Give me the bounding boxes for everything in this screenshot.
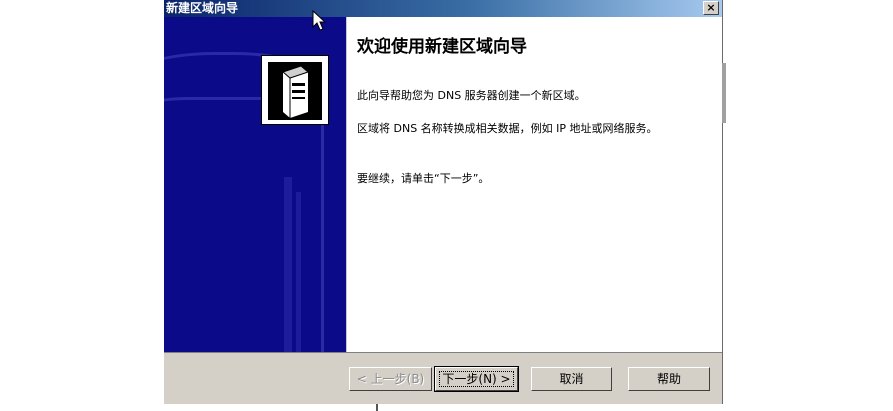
- background-edge-bottom: [376, 404, 378, 411]
- mouse-pointer-icon: [312, 10, 326, 31]
- wizard-heading: 欢迎使用新建区域向导: [357, 37, 527, 57]
- window-title: 新建区域向导: [166, 1, 239, 15]
- continue-instruction: 要继续，请单击“下一步”。: [357, 172, 490, 185]
- server-icon: [261, 55, 329, 125]
- close-icon: ×: [706, 1, 716, 14]
- close-button[interactable]: ×: [703, 1, 719, 15]
- cancel-button[interactable]: 取消: [531, 367, 612, 391]
- divider: [346, 17, 347, 352]
- background-edge: [722, 63, 726, 123]
- zone-description-text: 区域将 DNS 名称转换成相关数据，例如 IP 地址或网络服务。: [357, 122, 658, 135]
- button-bar: < 上一步(B) 下一步(N) > 取消 帮助: [164, 352, 722, 404]
- new-zone-wizard-dialog: 新建区域向导 × 欢迎使用新建区域向导 此向导帮助您为 DNS 服务器创建一个新…: [164, 0, 723, 404]
- help-button[interactable]: 帮助: [628, 367, 710, 391]
- wizard-sidebar-graphic: [164, 17, 346, 352]
- title-bar[interactable]: 新建区域向导 ×: [164, 0, 722, 17]
- back-button[interactable]: < 上一步(B): [349, 367, 432, 391]
- intro-text: 此向导帮助您为 DNS 服务器创建一个新区域。: [357, 89, 586, 102]
- next-button[interactable]: 下一步(N) >: [434, 366, 519, 392]
